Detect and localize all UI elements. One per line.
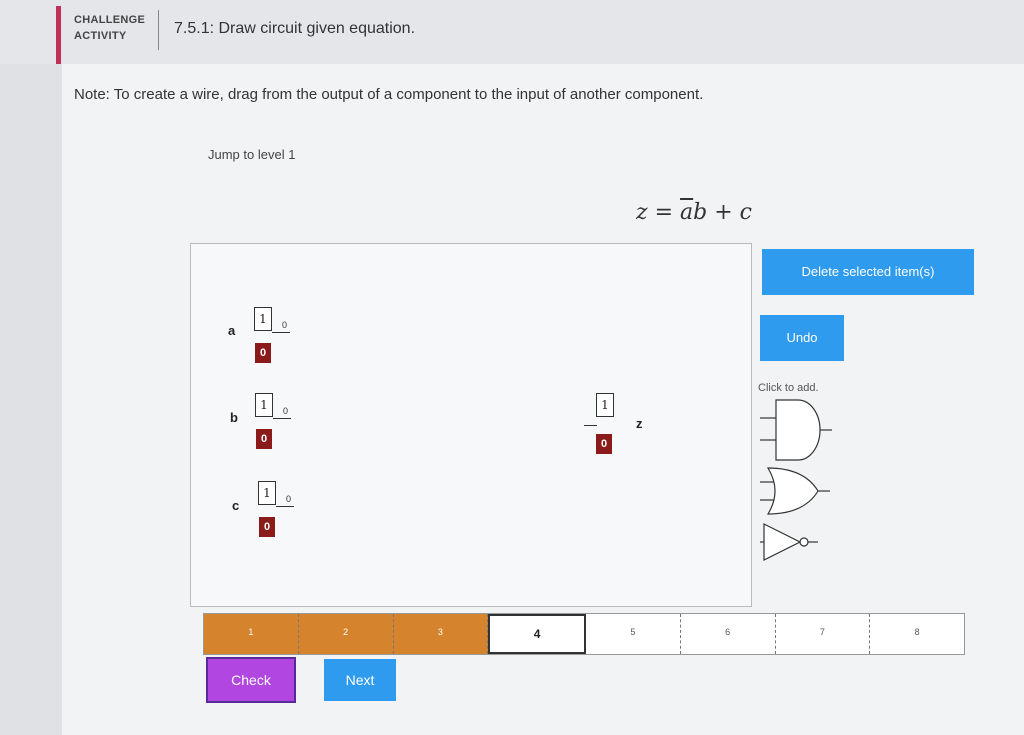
input-a-tick bbox=[272, 332, 290, 333]
input-b-toggle[interactable]: 1 bbox=[255, 393, 273, 417]
level-2[interactable]: 2 bbox=[298, 614, 394, 654]
input-b-label: b bbox=[230, 410, 238, 425]
input-a-toggle-off: 0 bbox=[282, 320, 288, 330]
input-a-label: a bbox=[228, 323, 236, 338]
note-text: Note: To create a wire, drag from the ou… bbox=[74, 86, 704, 103]
input-c-toggle-off: 0 bbox=[286, 494, 292, 504]
header-divider bbox=[158, 10, 159, 50]
level-progress-bar: 1 2 3 4 5 6 7 8 bbox=[203, 613, 965, 655]
equation-lhs: z bbox=[636, 200, 648, 225]
activity-header: CHALLENGE ACTIVITY 7.5.1: Draw circuit g… bbox=[0, 0, 1024, 64]
output-z-value: 0 bbox=[596, 434, 612, 454]
challenge-activity-label: CHALLENGE ACTIVITY bbox=[74, 12, 145, 44]
input-a-toggle[interactable]: 1 bbox=[254, 307, 272, 331]
click-to-add-label: Click to add. bbox=[758, 382, 819, 394]
input-b-toggle-off: 0 bbox=[283, 406, 289, 416]
level-6[interactable]: 6 bbox=[681, 614, 776, 654]
input-b-output[interactable]: 0 bbox=[256, 429, 272, 449]
input-c-output[interactable]: 0 bbox=[259, 517, 275, 537]
circuit-canvas[interactable] bbox=[190, 243, 752, 607]
input-b-tick bbox=[273, 418, 291, 419]
activity-title: 7.5.1: Draw circuit given equation. bbox=[174, 20, 416, 37]
equation-rest: b + c bbox=[693, 200, 752, 225]
equation: z = ab + c bbox=[636, 200, 752, 225]
delete-selected-button[interactable]: Delete selected item(s) bbox=[762, 249, 974, 295]
level-8[interactable]: 8 bbox=[870, 614, 964, 654]
challenge-label: CHALLENGE bbox=[74, 14, 146, 26]
level-7[interactable]: 7 bbox=[776, 614, 871, 654]
accent-bar bbox=[56, 6, 61, 64]
level-4[interactable]: 4 bbox=[488, 614, 586, 654]
activity-label: ACTIVITY bbox=[74, 30, 127, 42]
jump-to-level-link[interactable]: Jump to level 1 bbox=[208, 147, 295, 162]
check-button[interactable]: Check bbox=[206, 657, 296, 703]
input-c-tick bbox=[276, 506, 294, 507]
output-z-input-tick bbox=[584, 425, 597, 426]
equation-a-bar: a bbox=[680, 200, 694, 225]
level-3[interactable]: 3 bbox=[393, 614, 489, 654]
level-5[interactable]: 5 bbox=[586, 614, 681, 654]
level-1[interactable]: 1 bbox=[204, 614, 299, 654]
or-gate-icon[interactable] bbox=[756, 466, 836, 516]
output-z-label: z bbox=[636, 416, 643, 431]
and-gate-icon[interactable] bbox=[756, 398, 836, 462]
output-z-display[interactable]: 1 bbox=[596, 393, 614, 417]
input-a-output[interactable]: 0 bbox=[255, 343, 271, 363]
not-gate-icon[interactable] bbox=[756, 520, 836, 564]
next-button[interactable]: Next bbox=[324, 659, 396, 701]
undo-button[interactable]: Undo bbox=[760, 315, 844, 361]
equation-equals: = bbox=[654, 200, 674, 225]
input-c-label: c bbox=[232, 498, 240, 513]
input-c-toggle[interactable]: 1 bbox=[258, 481, 276, 505]
